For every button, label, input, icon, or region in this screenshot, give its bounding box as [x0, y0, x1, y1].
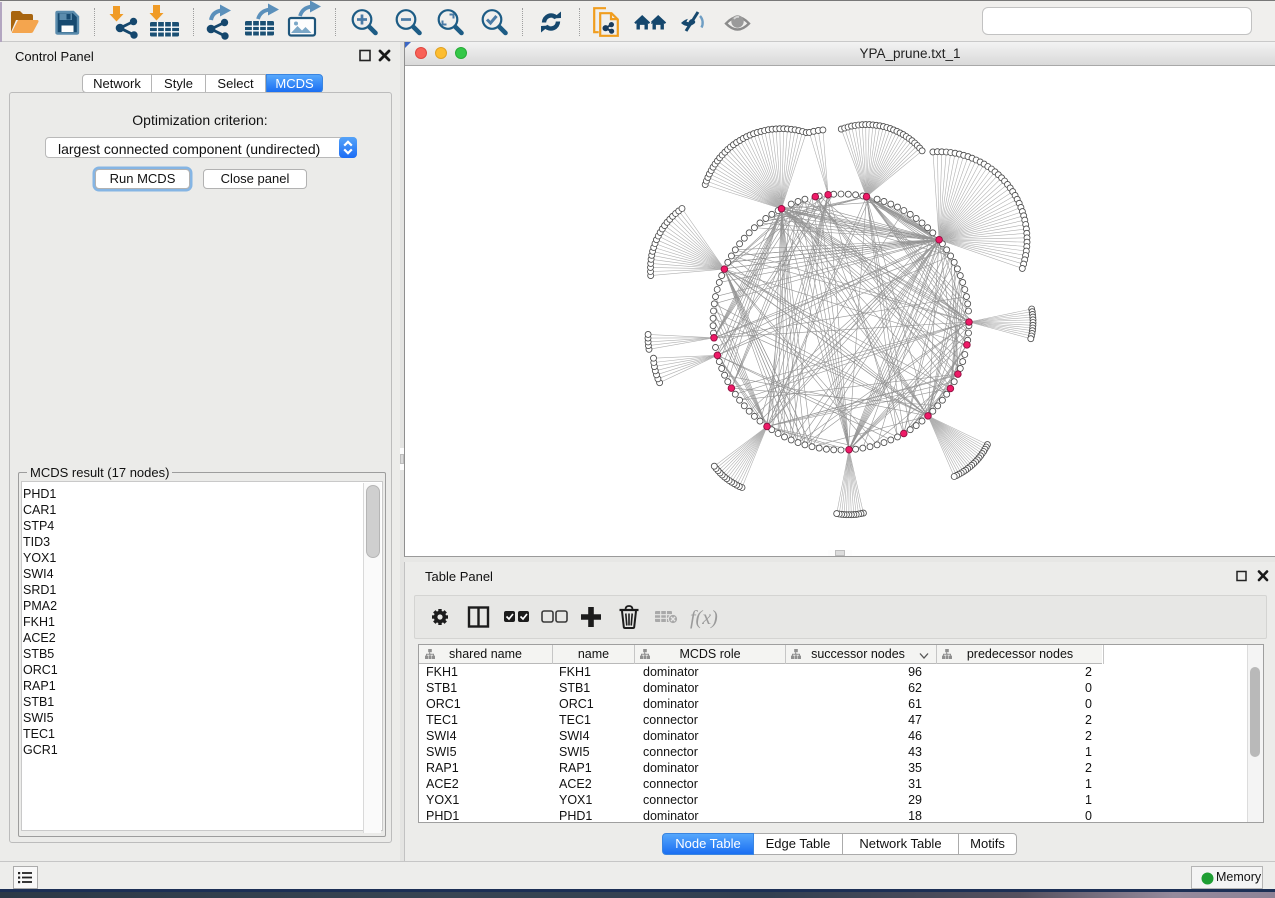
svg-text:f(x): f(x) [690, 607, 718, 629]
